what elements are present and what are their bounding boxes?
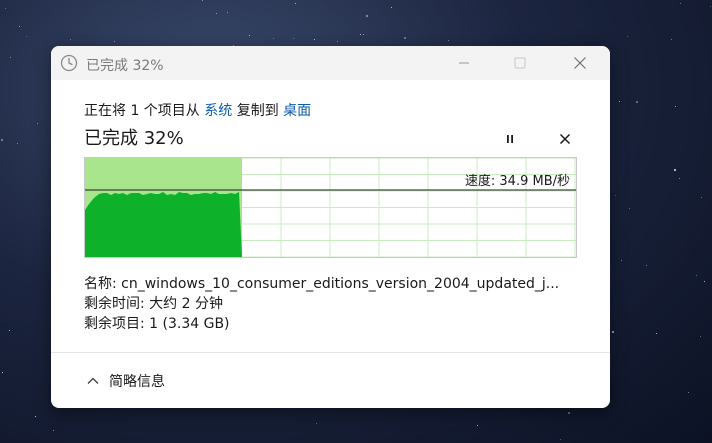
star	[656, 333, 657, 334]
time-remaining: 剩余时间: 大约 2 分钟	[84, 296, 223, 312]
star	[477, 425, 478, 426]
star	[636, 101, 638, 103]
star	[366, 15, 368, 17]
star	[363, 34, 364, 35]
star	[70, 39, 71, 40]
star	[612, 331, 614, 333]
clock-icon	[60, 54, 78, 72]
star	[560, 439, 561, 440]
star	[216, 13, 217, 14]
star	[360, 34, 361, 35]
transfer-details: 名称: cn_windows_10_consumer_editions_vers…	[84, 274, 579, 334]
copy-middle: 复制到	[232, 103, 284, 119]
close-button[interactable]	[557, 46, 603, 80]
maximize-icon	[514, 57, 526, 69]
star	[404, 37, 406, 39]
star	[19, 26, 20, 27]
star	[675, 106, 676, 107]
star	[293, 38, 294, 39]
star	[2, 372, 3, 373]
star	[17, 143, 18, 144]
star	[448, 40, 449, 41]
star	[671, 39, 672, 40]
minimize-button[interactable]	[441, 46, 487, 80]
star	[314, 39, 315, 40]
star	[688, 392, 689, 393]
star	[53, 430, 54, 431]
cancel-button[interactable]	[554, 128, 576, 150]
copy-prefix: 正在将 1 个项目从	[84, 103, 205, 119]
pause-icon	[507, 135, 513, 143]
close-icon	[574, 57, 586, 69]
star	[249, 35, 250, 36]
star	[674, 169, 676, 171]
items-remaining: 剩余项目: 1 (3.34 GB)	[84, 316, 230, 332]
star	[701, 197, 702, 198]
star	[704, 281, 705, 282]
star	[629, 208, 630, 209]
star	[273, 38, 274, 39]
star	[615, 195, 616, 196]
star	[627, 36, 628, 37]
file-copy-dialog: 已完成 32% 正在将 1 个项目从 系统 复制到 桌面 已完成 32% 速度:…	[51, 46, 610, 408]
star	[35, 416, 36, 417]
title-bar[interactable]: 已完成 32%	[51, 46, 610, 80]
progress-status: 已完成 32%	[84, 128, 184, 149]
star	[202, 0, 203, 1]
fewer-details-label: 简略信息	[109, 374, 165, 390]
star	[9, 330, 10, 331]
chevron-up-icon	[87, 377, 99, 384]
file-name: 名称: cn_windows_10_consumer_editions_vers…	[84, 276, 560, 292]
destination-link[interactable]: 桌面	[283, 103, 311, 119]
star	[621, 260, 622, 261]
star	[700, 336, 701, 337]
speed-area	[85, 192, 242, 257]
copy-description: 正在将 1 个项目从 系统 复制到 桌面	[84, 100, 311, 120]
pause-button[interactable]	[499, 128, 521, 150]
star	[316, 423, 317, 424]
fewer-details-toggle[interactable]: 简略信息	[86, 371, 165, 391]
star	[114, 41, 115, 42]
star	[337, 41, 338, 42]
minimize-icon	[459, 62, 469, 64]
star	[10, 57, 11, 58]
star	[37, 123, 38, 124]
star	[679, 178, 680, 179]
star	[227, 12, 228, 13]
star	[26, 36, 27, 37]
speed-label: 速度: 34.9 MB/秒	[464, 174, 570, 189]
star	[710, 6, 711, 7]
window-title: 已完成 32%	[86, 58, 164, 74]
maximize-button[interactable]	[497, 46, 543, 80]
star	[680, 3, 681, 4]
star	[391, 7, 392, 8]
star	[1, 139, 3, 141]
close-icon	[559, 133, 571, 145]
source-link[interactable]: 系统	[204, 103, 232, 119]
star	[646, 265, 647, 266]
footer-divider	[51, 352, 610, 353]
star	[619, 101, 620, 102]
star	[5, 8, 6, 9]
star	[295, 3, 296, 4]
transfer-speed-graph: 速度: 34.9 MB/秒	[84, 157, 577, 258]
star	[568, 412, 570, 414]
star	[696, 275, 697, 276]
